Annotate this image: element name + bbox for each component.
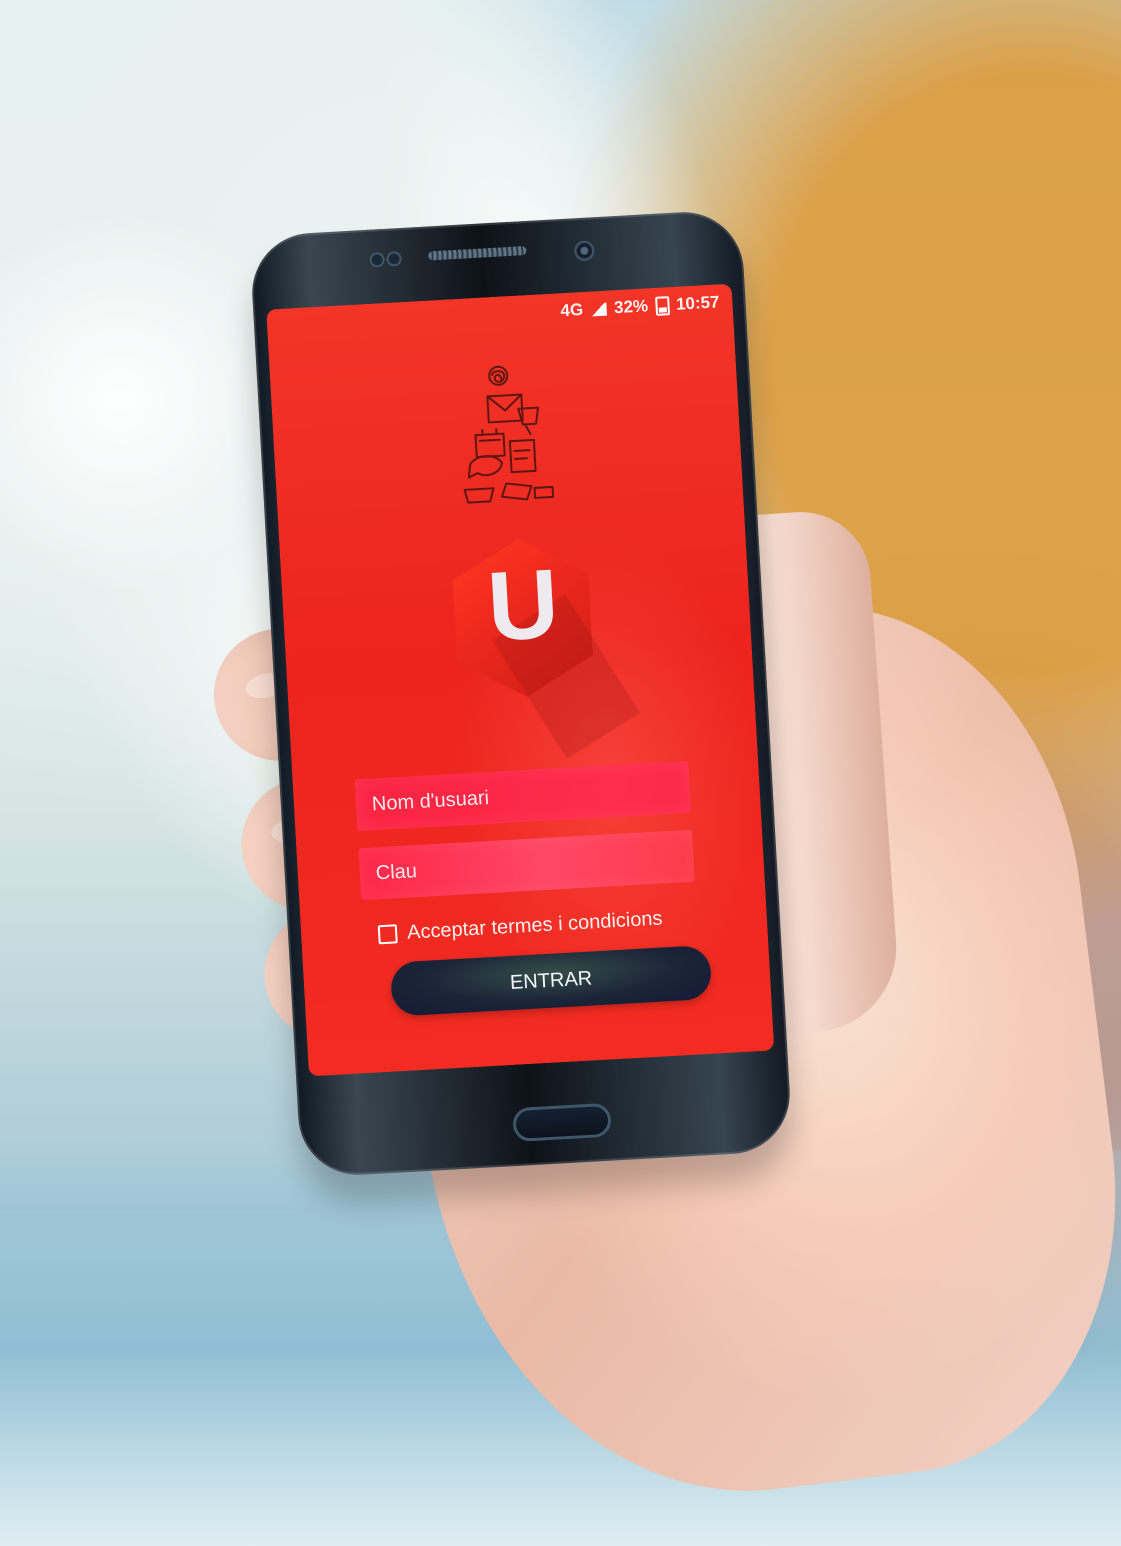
terms-label: Acceptar termes i condicions (406, 906, 664, 944)
checkbox-icon[interactable] (377, 923, 398, 944)
enter-button[interactable]: ENTRAR (389, 944, 713, 1017)
signal-icon (589, 302, 608, 317)
network-indicator: 4G (559, 299, 584, 321)
password-placeholder: Clau (375, 859, 418, 884)
clock-time: 10:57 (675, 292, 720, 314)
communication-doodle-icon (463, 365, 555, 504)
front-sensor-icon (369, 251, 385, 268)
speaker-grille (428, 246, 527, 261)
smartphone: 4G 32% 10:57 U Nom d'usuari Clau Accepta… (249, 209, 793, 1178)
photo-background: 4G 32% 10:57 U Nom d'usuari Clau Accepta… (0, 0, 1121, 1546)
battery-percent: 32% (613, 296, 649, 318)
username-placeholder: Nom d'usuari (371, 786, 490, 815)
status-bar: 4G 32% 10:57 (560, 292, 720, 321)
username-field[interactable]: Nom d'usuari (354, 760, 691, 832)
front-sensor-icon (386, 251, 402, 267)
password-field[interactable]: Clau (358, 829, 695, 901)
login-screen: 4G 32% 10:57 U Nom d'usuari Clau Accepta… (266, 283, 775, 1077)
enter-button-label: ENTRAR (509, 966, 593, 994)
logo-letter: U (484, 547, 560, 662)
front-camera-icon (573, 240, 595, 262)
battery-icon (654, 295, 670, 316)
app-logo: U (439, 534, 640, 759)
home-button-icon[interactable] (512, 1102, 612, 1143)
login-form: Nom d'usuari Clau Acceptar termes i cond… (354, 760, 713, 1018)
terms-checkbox-row[interactable]: Acceptar termes i condicions (362, 898, 707, 953)
